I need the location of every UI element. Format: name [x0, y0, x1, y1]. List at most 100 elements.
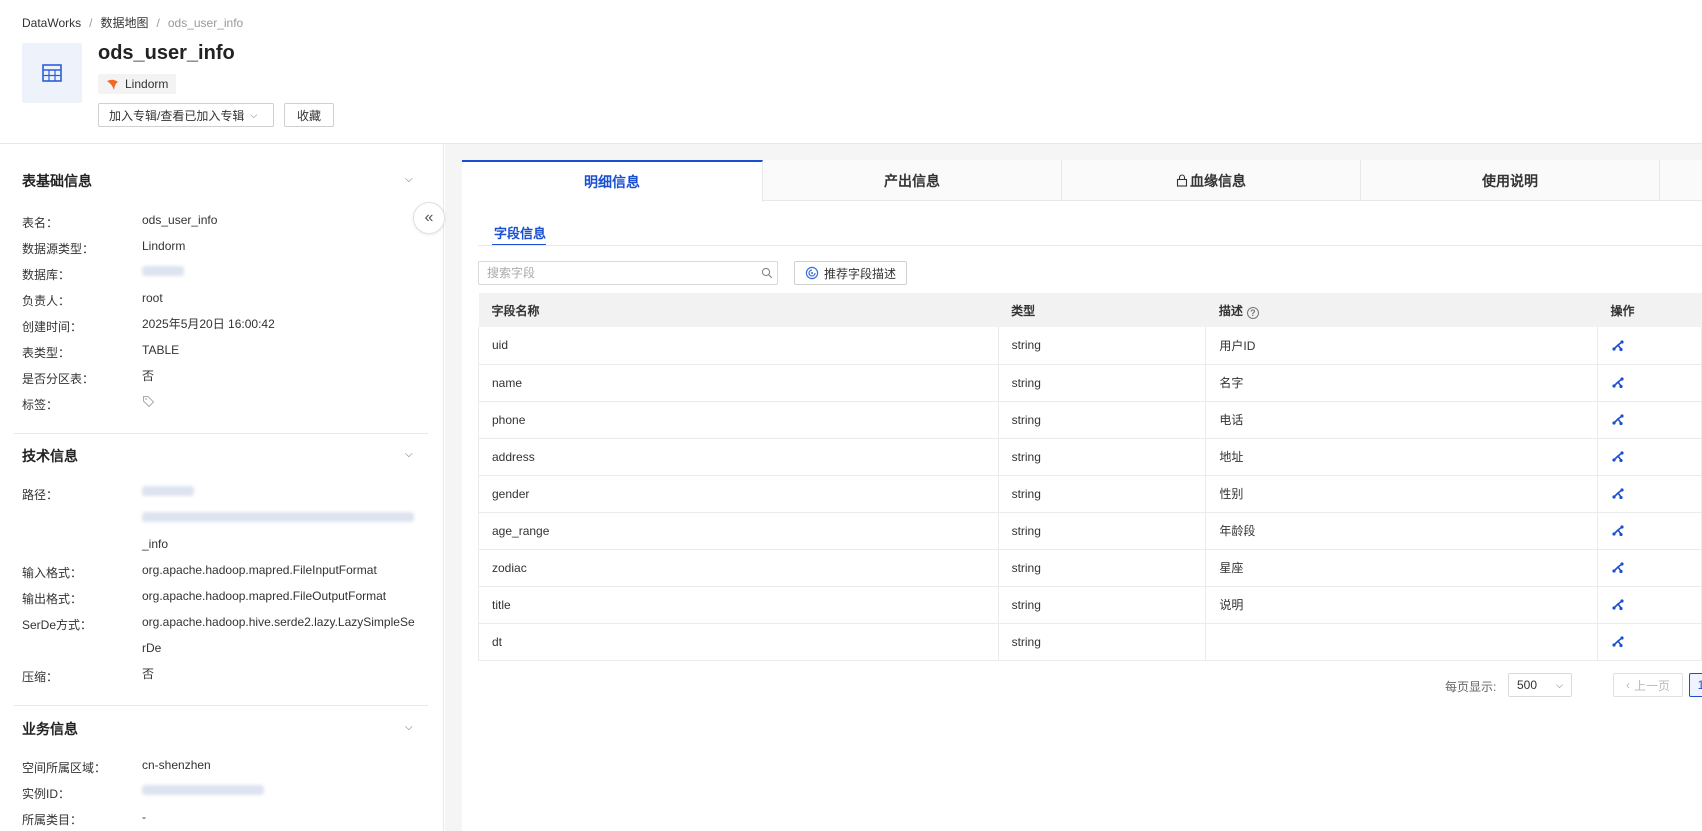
- kv-value-database: [142, 259, 422, 285]
- tab-label: 使用说明: [1482, 172, 1538, 189]
- field-desc-cell: 说明: [1205, 586, 1598, 624]
- favorite-button[interactable]: 收藏: [284, 103, 334, 127]
- lineage-icon[interactable]: [1611, 487, 1625, 501]
- redacted-value: [142, 785, 264, 795]
- field-op-cell: [1597, 327, 1702, 365]
- breadcrumb-dataworks[interactable]: DataWorks: [22, 16, 81, 30]
- collapse-panel-button[interactable]: «: [413, 202, 445, 234]
- help-icon[interactable]: ?: [1246, 306, 1259, 319]
- lineage-icon[interactable]: [1611, 450, 1625, 464]
- field-name-cell: dt: [478, 623, 999, 661]
- chevron-down-icon[interactable]: ⌵: [405, 174, 413, 185]
- breadcrumb-separator: /: [156, 15, 160, 30]
- prev-page-button[interactable]: ‹ 上一页: [1613, 673, 1683, 697]
- lineage-icon[interactable]: [1611, 598, 1625, 612]
- chevron-down-icon: ⌵: [1556, 679, 1563, 690]
- field-name-cell: address: [478, 438, 999, 476]
- field-desc-cell: 年龄段: [1205, 512, 1598, 550]
- breadcrumb-separator: /: [89, 15, 93, 30]
- field-type-cell: string: [997, 586, 1206, 624]
- lineage-icon[interactable]: [1611, 413, 1625, 427]
- lineage-icon[interactable]: [1611, 561, 1625, 575]
- recommend-description-button[interactable]: 推荐字段描述: [794, 261, 908, 285]
- page-number-current[interactable]: 1: [1689, 673, 1702, 697]
- tab-detail[interactable]: 明细信息: [462, 160, 763, 202]
- tab-output[interactable]: 产出信息: [763, 160, 1062, 201]
- left-info-panel: 表基础信息 ⌵ 表名： ods_user_info 数据源类型： Lindorm…: [0, 144, 444, 831]
- kv-value-path: _info: [142, 479, 422, 557]
- lineage-icon[interactable]: [1611, 339, 1625, 353]
- field-name-cell: phone: [478, 401, 999, 439]
- table-row: phone string 电话: [478, 401, 1702, 439]
- field-type-cell: string: [997, 438, 1206, 476]
- lineage-icon[interactable]: [1611, 524, 1625, 538]
- kv-label: SerDe方式：: [22, 618, 93, 632]
- column-header-desc-label: 描述: [1218, 303, 1243, 318]
- table-row: gender string 性别: [478, 475, 1702, 513]
- redacted-value: [142, 512, 414, 522]
- section-title-tech: 技术信息: [22, 448, 78, 464]
- kv-value-instance-id: [142, 778, 422, 804]
- lineage-icon[interactable]: [1611, 376, 1625, 390]
- field-desc-cell: 地址: [1205, 438, 1598, 476]
- field-name-cell: zodiac: [478, 549, 999, 587]
- subtab-fields[interactable]: 字段信息: [494, 223, 546, 242]
- table-row: address string 地址: [478, 438, 1702, 476]
- field-type-cell: string: [997, 512, 1206, 550]
- field-name-cell: age_range: [478, 512, 999, 550]
- kv-label: 空间所属区域：: [22, 761, 107, 775]
- field-op-cell: [1597, 623, 1702, 661]
- tag-icon[interactable]: [142, 395, 155, 408]
- lineage-icon[interactable]: [1611, 635, 1625, 649]
- prev-page-label: 上一页: [1633, 678, 1670, 693]
- page-size-label: 每页显示:: [1445, 680, 1497, 694]
- add-to-album-button[interactable]: 加入专辑/查看已加入专辑 ⌵: [98, 103, 274, 127]
- kv-value-owner: root: [142, 291, 163, 305]
- page-title: ods_user_info: [98, 42, 235, 64]
- field-type-cell: string: [997, 327, 1206, 365]
- field-desc-cell: 电话: [1205, 401, 1598, 439]
- search-icon[interactable]: [761, 267, 773, 279]
- page-size-select[interactable]: 500 ⌵: [1508, 673, 1572, 697]
- chevron-down-icon[interactable]: ⌵: [405, 449, 413, 460]
- kv-value-tags: [142, 389, 422, 415]
- redacted-value: [142, 486, 194, 496]
- section-title-basic: 表基础信息: [22, 173, 92, 189]
- table-row: zodiac string 星座: [478, 549, 1702, 587]
- lock-icon: [1176, 174, 1188, 187]
- kv-value-region: cn-shenzhen: [142, 758, 211, 772]
- kv-label: 路径：: [22, 488, 59, 502]
- tab-usage[interactable]: 使用说明: [1361, 160, 1660, 201]
- kv-label: 数据库：: [22, 268, 71, 282]
- kv-label: 表名：: [22, 216, 59, 230]
- ai-recommend-icon: [805, 266, 819, 280]
- search-field-input[interactable]: [478, 261, 778, 285]
- table-header-row: 字段名称 类型 描述? 操作: [478, 293, 1702, 327]
- tab-lineage[interactable]: 血缘信息: [1062, 160, 1361, 201]
- field-op-cell: [1597, 586, 1702, 624]
- breadcrumb: DataWorks / 数据地图 / ods_user_info: [22, 14, 243, 31]
- chevron-down-icon: ⌵: [250, 109, 258, 120]
- kv-value-partitioned: 否: [142, 369, 155, 383]
- kv-label: 数据源类型：: [22, 242, 95, 256]
- field-op-cell: [1597, 364, 1702, 402]
- section-divider: [14, 433, 428, 434]
- field-name-cell: uid: [478, 327, 999, 365]
- tab-label: 明细信息: [584, 174, 640, 190]
- kv-value-category: -: [142, 810, 146, 824]
- field-type-cell: string: [997, 364, 1206, 402]
- chevron-down-icon[interactable]: ⌵: [405, 722, 413, 733]
- datasource-tag-label: Lindorm: [125, 77, 169, 91]
- recommend-description-label: 推荐字段描述: [824, 266, 897, 281]
- section-title-biz: 业务信息: [22, 721, 78, 737]
- field-desc-cell: 名字: [1205, 364, 1598, 402]
- add-to-album-label: 加入专辑/查看已加入专辑: [109, 108, 245, 123]
- double-chevron-left-icon: «: [424, 209, 434, 226]
- kv-label: 输入格式：: [22, 566, 83, 580]
- column-header-type: 类型: [998, 293, 1206, 327]
- tab-bar: 明细信息 产出信息 血缘信息 使用说明: [462, 160, 1702, 202]
- lindorm-logo-icon: [107, 79, 118, 90]
- breadcrumb-datamap[interactable]: 数据地图: [100, 14, 148, 31]
- field-name-cell: name: [478, 364, 999, 402]
- field-name-cell: title: [478, 586, 999, 624]
